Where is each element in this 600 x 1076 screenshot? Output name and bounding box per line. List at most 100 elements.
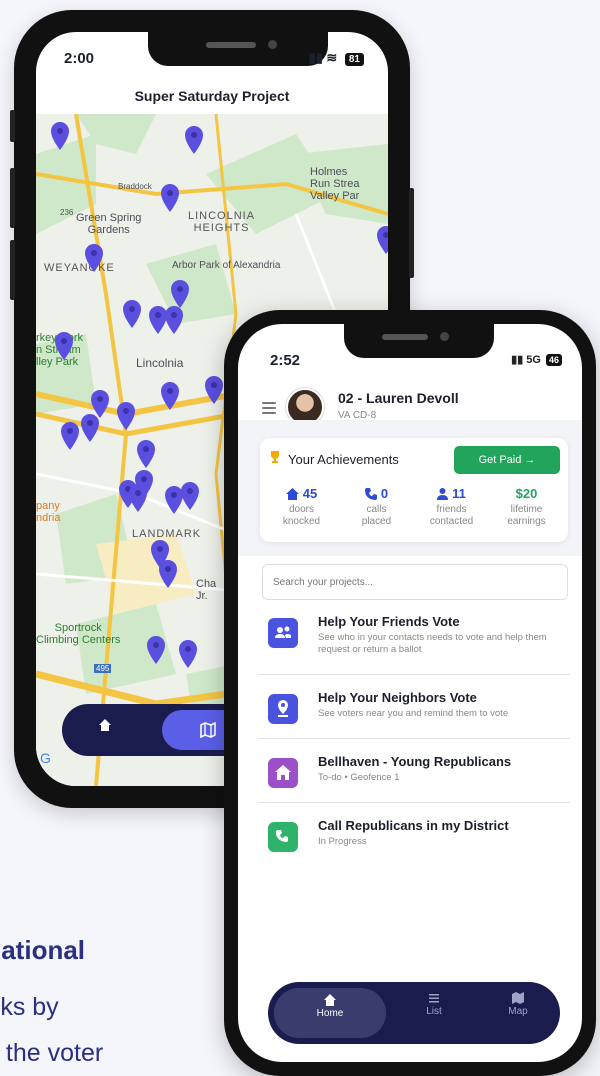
- map-icon: [512, 992, 524, 1004]
- map-pin-icon[interactable]: [160, 184, 180, 212]
- project-icon-bg: [268, 694, 298, 724]
- stat-doors: 45 doors knocked: [267, 486, 337, 528]
- stat-label: friends contacted: [429, 504, 474, 527]
- project-description: In Progress: [318, 836, 367, 847]
- map-pin-icon[interactable]: [54, 332, 74, 360]
- map-pin-icon[interactable]: [204, 376, 224, 404]
- trophy-icon: [271, 451, 279, 463]
- user-name: 02 - Lauren Devoll: [338, 390, 459, 406]
- signal-icon: ▮▮ ≋: [308, 50, 338, 65]
- battery-icon: 81: [344, 53, 364, 66]
- contacts-icon: [275, 626, 291, 638]
- map-label: WEYANOKE: [44, 262, 115, 274]
- search-input[interactable]: [262, 564, 568, 600]
- stat-label: calls placed: [361, 504, 392, 527]
- project-icon-bg: [268, 822, 298, 852]
- road-label: 495: [94, 664, 112, 673]
- map-pin-icon[interactable]: [178, 640, 198, 668]
- map-label: Cha Jr.: [196, 578, 217, 602]
- stat-value: 45: [302, 486, 318, 501]
- map-pin-icon[interactable]: [376, 226, 388, 254]
- list-icon: [429, 994, 439, 1003]
- map-pin-icon[interactable]: [60, 422, 80, 450]
- map-pin-icon[interactable]: [170, 280, 190, 308]
- house-icon: [285, 487, 299, 500]
- project-item[interactable]: Help Your Neighbors Vote See voters near…: [258, 686, 570, 746]
- project-title: Call Republicans in my District: [318, 818, 509, 833]
- status-icons: ▮▮ ≋ 81: [308, 50, 364, 66]
- nav-home[interactable]: [98, 718, 118, 738]
- stat-calls: 0 calls placed: [342, 486, 412, 528]
- map-pin-icon[interactable]: [122, 300, 142, 328]
- status-time: 2:52: [270, 352, 301, 369]
- notch: [148, 32, 328, 66]
- project-title: Help Your Friends Vote: [318, 614, 460, 629]
- front-phone-screen: 2:52 ▮▮ 5G 46 02 - Lauren Devoll VA CD-8…: [238, 324, 582, 1062]
- tab-list[interactable]: List: [394, 992, 474, 1017]
- map-label: Arbor Park of Alexandria: [172, 260, 281, 271]
- map-pin-icon[interactable]: [146, 636, 166, 664]
- promo-line: t the voter: [0, 1039, 104, 1067]
- map-pin-icon[interactable]: [116, 402, 136, 430]
- stats-row: 45 doors knocked 0 calls placed 11 frien…: [260, 486, 568, 528]
- divider: [258, 674, 570, 675]
- side-button: [10, 168, 15, 228]
- map-pin-icon[interactable]: [80, 414, 100, 442]
- achievements-title: Your Achievements: [288, 452, 399, 467]
- road-label: 236: [60, 208, 74, 217]
- map-label: G: [40, 750, 51, 766]
- tab-home[interactable]: Home: [274, 988, 386, 1038]
- project-description: See voters near you and remind them to v…: [318, 708, 509, 719]
- project-item[interactable]: Call Republicans in my District In Progr…: [258, 814, 570, 874]
- stat-earnings: $20 lifetime earnings: [492, 486, 562, 528]
- person-icon: [437, 487, 449, 500]
- phone-icon: [364, 487, 377, 500]
- project-item[interactable]: Help Your Friends Vote See who in your c…: [258, 610, 570, 670]
- promo-line: rks by: [0, 993, 59, 1021]
- map-pin-icon[interactable]: [50, 122, 70, 150]
- map-pin-icon[interactable]: [158, 560, 178, 588]
- page-title: Super Saturday Project: [134, 88, 290, 104]
- map-icon: [200, 722, 216, 738]
- divider: [258, 738, 570, 739]
- project-title: Help Your Neighbors Vote: [318, 690, 477, 705]
- status-icons: ▮▮ 5G 46: [511, 353, 562, 366]
- get-paid-button[interactable]: Get Paid →: [454, 446, 560, 474]
- status-time: 2:00: [64, 50, 95, 67]
- map-pin-icon[interactable]: [164, 306, 184, 334]
- stat-label: doors knocked: [282, 504, 321, 527]
- map-label: pany ndria: [36, 500, 61, 524]
- road-label: Braddock: [118, 182, 152, 191]
- stat-friends: 11 friends contacted: [417, 486, 487, 528]
- map-pin-icon[interactable]: [164, 486, 184, 514]
- map-pin-icon[interactable]: [160, 382, 180, 410]
- map-label: Holmes Run Strea Valley Par: [310, 166, 360, 202]
- map-label: LINCOLNIA HEIGHTS: [188, 210, 256, 234]
- project-item[interactable]: Bellhaven - Young Republicans To-do • Ge…: [258, 750, 570, 810]
- map-pin-icon[interactable]: [184, 126, 204, 154]
- status-bar: 2:00 ▮▮ ≋ 81: [36, 32, 388, 82]
- tab-label: List: [426, 1006, 442, 1017]
- map-pin-icon[interactable]: [128, 484, 148, 512]
- tab-label: Map: [508, 1006, 528, 1017]
- map-pin-icon[interactable]: [136, 440, 156, 468]
- divider: [258, 802, 570, 803]
- notch: [344, 324, 494, 358]
- home-icon: [324, 994, 336, 1006]
- map-label: Green Spring Gardens: [76, 212, 142, 236]
- house-icon: [275, 765, 291, 780]
- map-label: Lincolnia: [136, 356, 184, 370]
- tab-label: Home: [316, 1008, 344, 1019]
- menu-icon[interactable]: [262, 402, 276, 417]
- map-label: LANDMARK: [132, 528, 202, 540]
- project-description: To-do • Geofence 1: [318, 772, 400, 783]
- home-icon: [99, 719, 111, 731]
- side-button: [10, 240, 15, 300]
- side-button: [409, 188, 414, 278]
- stat-value: 0: [380, 486, 389, 501]
- map-pin-icon[interactable]: [84, 244, 104, 272]
- tab-map[interactable]: Map: [478, 992, 558, 1017]
- promo-headline: lational: [0, 935, 86, 965]
- project-description: See who in your contacts needs to vote a…: [318, 632, 547, 655]
- project-title: Bellhaven - Young Republicans: [318, 754, 512, 769]
